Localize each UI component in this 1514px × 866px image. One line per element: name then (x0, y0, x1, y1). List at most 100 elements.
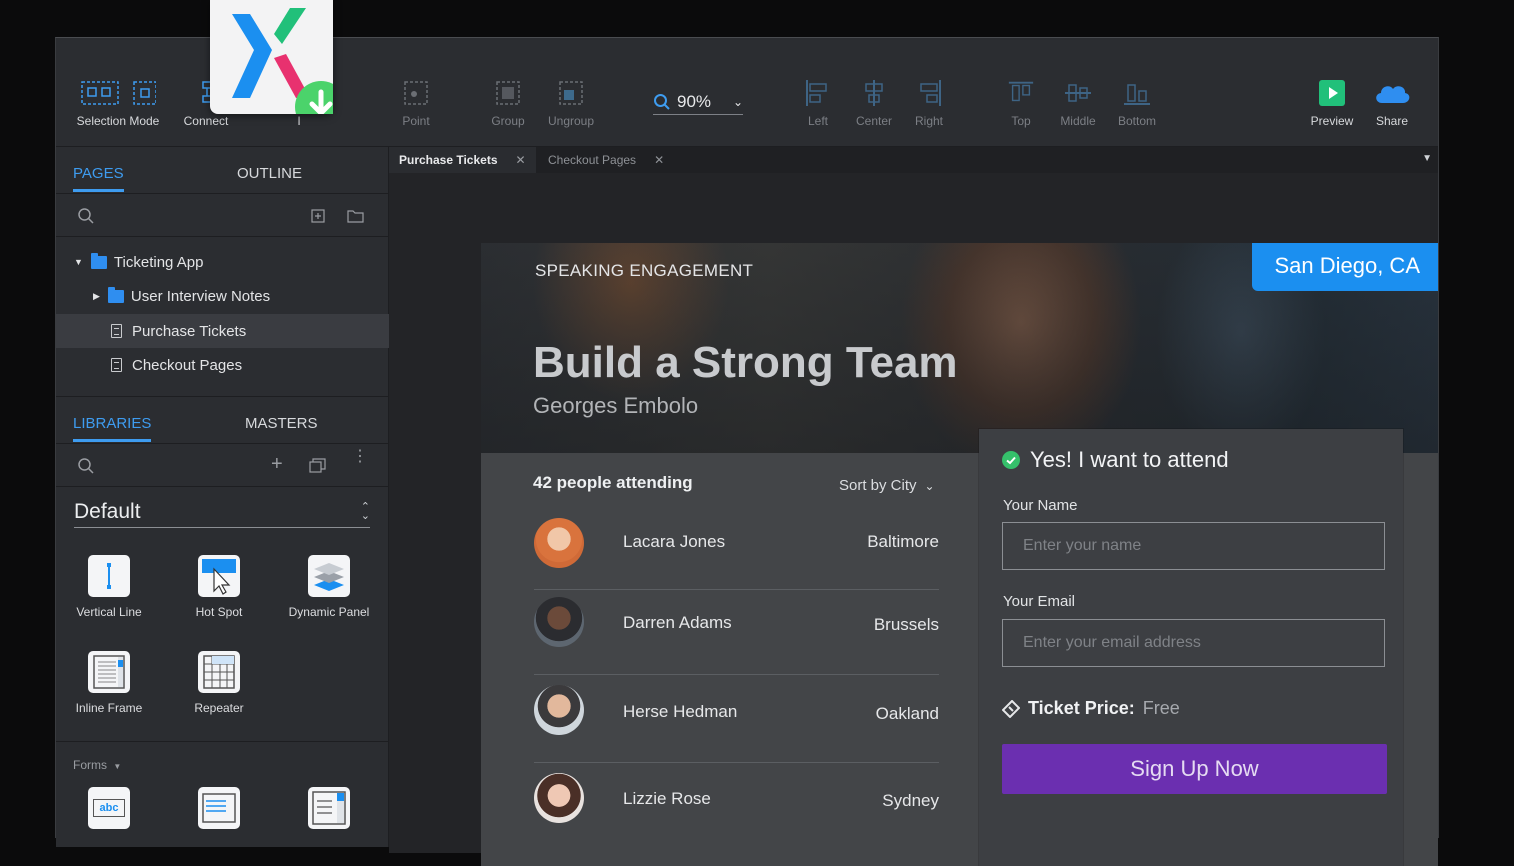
tabs-overflow-icon[interactable]: ▼ (1422, 153, 1432, 164)
text-area-icon (202, 793, 236, 823)
add-page-icon[interactable] (311, 209, 325, 223)
doc-tab-purchase-tickets[interactable]: Purchase Tickets ✕ (389, 147, 536, 173)
point-button[interactable]: Point (394, 76, 438, 128)
attendee-name: Lizzie Rose (623, 789, 711, 808)
align-top-button[interactable]: Top (1007, 76, 1035, 128)
align-center-label: Center (855, 114, 893, 128)
repeater-icon (198, 651, 240, 693)
forms-section-header[interactable]: Forms ▼ (56, 741, 405, 772)
add-icon[interactable]: + (271, 453, 283, 476)
align-middle-button[interactable]: Middle (1056, 76, 1100, 128)
name-input[interactable]: Enter your name (1002, 522, 1385, 570)
chevron-down-icon: ⌄ (732, 95, 743, 109)
widget-label: Repeater (194, 701, 244, 715)
align-left-button[interactable]: Left (801, 76, 835, 128)
zoom-select[interactable]: 90% ⌄ (653, 90, 743, 115)
align-bottom-button[interactable]: Bottom (1114, 76, 1160, 128)
event-page-design: SPEAKING ENGAGEMENT Build a Strong Team … (481, 243, 1438, 866)
widget-vertical-line[interactable]: Vertical Line (54, 555, 164, 619)
doc-tab-checkout-pages[interactable]: Checkout Pages ✕ (538, 147, 674, 173)
close-icon[interactable]: ✕ (516, 153, 526, 167)
avatar (534, 685, 584, 735)
list-item[interactable]: Darren Adams Brussels (534, 591, 939, 675)
caret-down-icon[interactable]: ▼ (74, 257, 83, 267)
close-icon[interactable]: ✕ (654, 153, 664, 167)
search-icon[interactable] (77, 207, 95, 225)
widget-label: Inline Frame (75, 701, 143, 715)
attendee-city: Baltimore (867, 532, 939, 551)
copy-icon[interactable] (309, 458, 326, 473)
widget-repeater[interactable]: Repeater (164, 651, 274, 715)
eyebrow-label: SPEAKING ENGAGEMENT (535, 261, 754, 280)
library-select[interactable]: Default ⌃ ⌄ (74, 497, 370, 528)
sort-dropdown[interactable]: Sort by City ⌄ (839, 477, 935, 494)
align-middle-label: Middle (1060, 114, 1096, 128)
list-item[interactable]: Lacara Jones Baltimore (534, 510, 939, 590)
tree-folder-user-interview-notes[interactable]: ▶ User Interview Notes (56, 279, 425, 313)
attending-count: 42 people attending (533, 473, 693, 492)
tree-page-checkout-pages[interactable]: Checkout Pages (56, 348, 443, 382)
attend-form: Yes! I want to attend Your Name Enter yo… (979, 429, 1403, 866)
library-select-value: Default (74, 500, 141, 523)
add-folder-icon[interactable] (347, 209, 364, 223)
email-label: Your Email (1003, 593, 1075, 610)
attendee-name: Herse Hedman (623, 702, 738, 721)
list-box-icon (312, 791, 346, 825)
more-icon[interactable]: ⋮ (352, 449, 368, 465)
share-button[interactable]: Share (1370, 76, 1414, 128)
location-badge: San Diego, CA (1252, 243, 1438, 291)
search-icon[interactable] (77, 457, 95, 475)
widget-hot-spot[interactable]: Hot Spot (164, 555, 274, 619)
widget-label: Vertical Line (76, 605, 142, 619)
axure-x-logo-icon (232, 8, 347, 133)
preview-button[interactable]: Preview (1306, 76, 1358, 128)
tab-libraries[interactable]: LIBRARIES (73, 415, 152, 442)
updown-chevron-icon: ⌃ ⌄ (360, 501, 370, 522)
tree-folder-ticketing-app[interactable]: ▼ Ticketing App (56, 245, 406, 279)
align-top-icon (1008, 81, 1034, 102)
selection-mode-button[interactable]: Selection Mode (74, 76, 162, 128)
pages-tabs: PAGES OUTLINE (56, 147, 388, 194)
ungroup-label: Ungroup (547, 114, 595, 128)
email-placeholder: Enter your email address (1023, 634, 1201, 651)
document-tabs: Purchase Tickets ✕ Checkout Pages ✕ ▼ (389, 147, 1438, 173)
align-bottom-label: Bottom (1117, 114, 1156, 128)
ticket-price-label: Ticket Price: (1028, 698, 1135, 718)
attendee-city: Sydney (882, 791, 939, 810)
libraries-tabs: LIBRARIES MASTERS (56, 397, 388, 444)
list-item[interactable]: Herse Hedman Oakland (534, 675, 939, 763)
tree-label: Purchase Tickets (132, 322, 247, 340)
ticket-price: Ticket Price: Free (1002, 698, 1180, 719)
tree-label: Ticketing App (113, 253, 204, 271)
ticket-price-value: Free (1142, 698, 1180, 718)
list-item[interactable]: Lizzie Rose Sydney (534, 763, 939, 853)
align-right-button[interactable]: Right (911, 76, 947, 128)
widget-text-field[interactable]: abc (88, 787, 130, 829)
doc-tab-label: Purchase Tickets (399, 153, 498, 167)
caret-right-icon[interactable]: ▶ (93, 291, 100, 302)
widget-text-area[interactable] (198, 787, 240, 829)
widget-list-box[interactable] (308, 787, 350, 829)
avatar (534, 518, 584, 568)
widget-inline-frame[interactable]: Inline Frame (54, 651, 164, 715)
sort-label: Sort by City (839, 477, 917, 494)
preview-label: Preview (1310, 114, 1354, 128)
tab-pages[interactable]: PAGES (73, 165, 124, 192)
share-label: Share (1375, 114, 1409, 128)
page-icon (111, 358, 122, 372)
point-icon (404, 81, 428, 105)
text-field-icon: abc (93, 799, 125, 817)
ungroup-button[interactable]: Ungroup (544, 76, 598, 128)
folder-icon (90, 252, 107, 269)
tree-page-purchase-tickets[interactable]: Purchase Tickets (56, 314, 443, 348)
group-button[interactable]: Group (487, 76, 529, 128)
widget-dynamic-panel[interactable]: Dynamic Panel (274, 555, 384, 619)
email-input[interactable]: Enter your email address (1002, 619, 1385, 667)
tab-masters[interactable]: MASTERS (245, 415, 318, 432)
tab-outline[interactable]: OUTLINE (237, 165, 302, 182)
ungroup-icon (559, 81, 583, 105)
align-center-button[interactable]: Center (852, 76, 896, 128)
sign-up-button[interactable]: Sign Up Now (1002, 744, 1387, 794)
zoom-value: 90% (677, 92, 712, 111)
play-icon (1319, 80, 1345, 106)
